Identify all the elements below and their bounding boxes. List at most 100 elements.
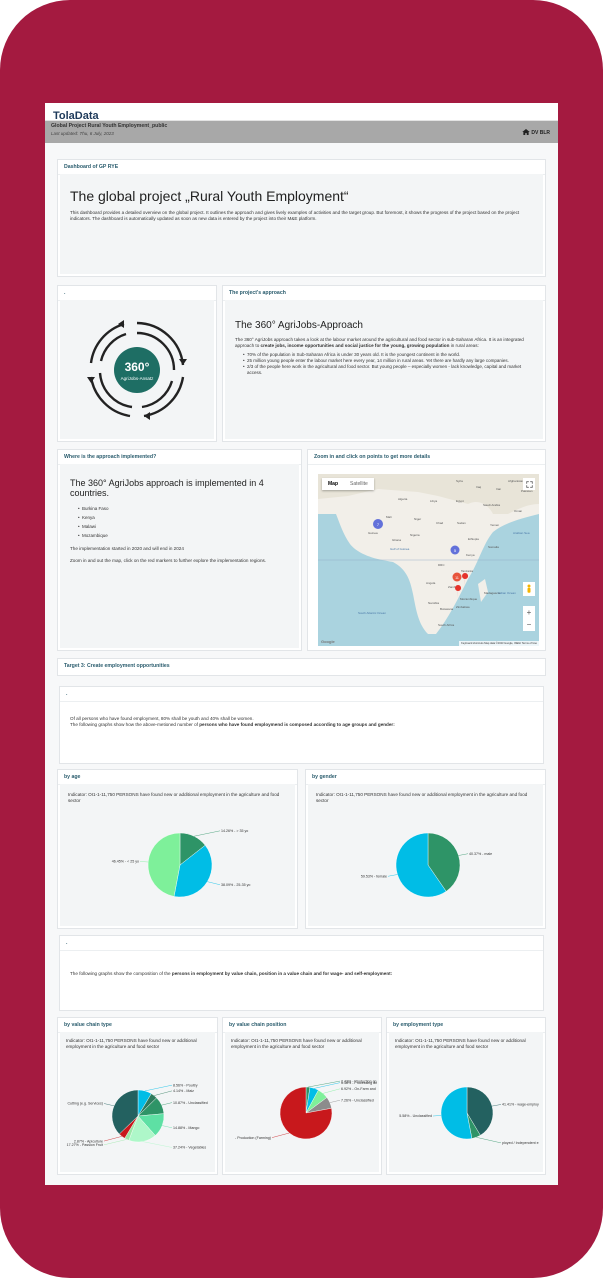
chart-card-age: by age Indicator: OI1-1-11,750 PERSONS h… <box>57 769 298 929</box>
pie-label: 37.24% - Vegetables <box>173 1145 206 1149</box>
svg-text:Yemen: Yemen <box>490 523 500 527</box>
svg-text:Somalia: Somalia <box>488 545 499 549</box>
svg-text:Namibia: Namibia <box>428 601 439 605</box>
tab-satellite[interactable]: Satellite <box>344 478 374 490</box>
where-card: Where is the approach implemented? The 3… <box>57 449 302 651</box>
svg-text:Gulf of Guinea: Gulf of Guinea <box>390 547 410 551</box>
pie-label: ployed / Independent e <box>502 1141 539 1145</box>
pie-label: 38.09% - 25-35 yo <box>221 883 250 887</box>
project-title: Global Project Rural Youth Employment_pu… <box>51 123 168 129</box>
pie-leader-line <box>161 1102 173 1106</box>
pie-leader-line <box>103 1135 122 1142</box>
svg-text:Mozambique: Mozambique <box>460 597 478 601</box>
dashboard-card: Dashboard of GP RYE The global project „… <box>57 159 546 277</box>
user-menu[interactable]: DV BLR <box>522 129 550 136</box>
pie-label: 2.87% - Apiculture <box>74 1139 103 1143</box>
svg-text:Algeria: Algeria <box>398 497 408 501</box>
indicator-text: Indicator: OI1-1-11,750 PERSONS have fou… <box>231 1038 362 1050</box>
card-title: The project's approach <box>223 286 545 301</box>
card-title: by value chain type <box>58 1018 217 1033</box>
indicator-text: Indicator: OI1-1-11,750 PERSONS have fou… <box>66 1038 197 1050</box>
pie-label: - Production (Farming) <box>235 1136 271 1140</box>
map-type-control: Map Satellite <box>322 478 374 490</box>
zoom-control: + − <box>523 606 535 631</box>
tab-map[interactable]: Map <box>322 478 344 490</box>
card-title: Target 3: Create employment opportunitie… <box>58 659 545 673</box>
card-title: Where is the approach implemented? <box>58 450 301 465</box>
card-title: . <box>60 936 543 951</box>
title-bar: Global Project Rural Youth Employment_pu… <box>45 121 558 143</box>
pie-label: 5.48% - Processing an <box>341 1081 377 1085</box>
map-card: Zoom in and click on points to get more … <box>307 449 546 651</box>
pie-chart-gender: 40.37% - male 59.53% - female <box>361 832 492 898</box>
svg-text:Afghanistan: Afghanistan <box>508 479 524 483</box>
approach-heading: The 360° AgriJobs-Approach <box>235 320 363 331</box>
fullscreen-icon <box>525 480 533 488</box>
pie-chart-emp-type: 41.41% - wage-employ ployed / Independent… <box>399 1086 539 1145</box>
pie-label: 7.26% - Unclassified <box>341 1098 374 1102</box>
user-label: DV BLR <box>531 130 550 136</box>
google-map[interactable]: Syria Iraq Iran Afghanistan Pakistan Alg… <box>318 474 539 646</box>
pie-label: 5.58% - Unclassified <box>399 1114 432 1118</box>
svg-text:Syria: Syria <box>456 479 463 483</box>
last-updated: Last updated: Thu, 6 July, 2023 <box>51 131 114 136</box>
pie-leader-line <box>387 874 398 877</box>
map-attribution[interactable]: Keyboard shortcuts Map data ©2023 Google… <box>459 641 539 646</box>
svg-text:Sudan: Sudan <box>457 521 466 525</box>
pie-label: 14.88% - Mango <box>173 1126 199 1130</box>
svg-text:Nigeria: Nigeria <box>410 533 420 537</box>
target-text-card: . Of all persons who have found employme… <box>59 686 544 764</box>
svg-text:Arabian Sea: Arabian Sea <box>513 531 530 535</box>
chart-card-gender: by gender Indicator: OI1-1-11,750 PERSON… <box>305 769 546 929</box>
zoom-in-button[interactable]: + <box>527 608 532 617</box>
pie-leader-line <box>207 881 221 885</box>
page-title: The global project „Rural Youth Employme… <box>70 188 349 204</box>
svg-text:Oman: Oman <box>514 509 523 513</box>
indicator-text: Indicator: OI1-1-11,750 PERSONS have fou… <box>68 792 280 804</box>
logo-card: . 360° AgriJobs-Ansatz <box>57 285 217 442</box>
pie-leader-line <box>142 1141 173 1148</box>
chart-card-emp-type: by employment type Indicator: OI1-1-11,7… <box>386 1017 546 1175</box>
svg-text:Botswana: Botswana <box>440 607 454 611</box>
pie-label: 10.87% - Unclassified <box>173 1101 208 1105</box>
intro-text: This dashboard provides a detailed overv… <box>70 210 520 222</box>
card-title: . <box>58 286 216 301</box>
card-title: Dashboard of GP RYE <box>58 160 545 175</box>
pie-slice[interactable] <box>147 832 181 897</box>
pie-chart-age: 14.26% - > 35 yo 38.09% - 25-35 yo 46.45% … <box>112 829 250 897</box>
svg-text:Saudi Arabia: Saudi Arabia <box>483 503 500 507</box>
where-heading: The 360° AgriJobs approach is implemente… <box>70 478 264 498</box>
svg-text:DRC: DRC <box>438 563 445 567</box>
pie-leader-line <box>139 861 149 863</box>
home-icon <box>522 129 530 135</box>
card-title: by employment type <box>387 1018 545 1033</box>
list-item: Burkina Faso <box>78 504 289 513</box>
indicator-text: Indicator: OI1-1-11,750 PERSONS have fou… <box>316 792 528 804</box>
street-view-button[interactable] <box>523 582 535 596</box>
list-item: Kenya <box>78 513 289 522</box>
svg-text:Ethiopia: Ethiopia <box>468 537 479 541</box>
country-list: Burkina Faso Kenya Malawi Mozambique <box>78 504 289 540</box>
approach-text: The 360° AgriJobs approach takes a look … <box>235 337 524 349</box>
list-item: 2/3 of the people here work in the agric… <box>243 364 533 376</box>
list-item: Malawi <box>78 522 289 531</box>
svg-text:Libya: Libya <box>430 499 438 503</box>
svg-text:Egypt: Egypt <box>456 499 464 503</box>
target-card: Target 3: Create employment opportunitie… <box>57 658 546 676</box>
pie-label: 4.14% - Maiz <box>173 1089 194 1093</box>
composition-text-card: . The following graphs show the composit… <box>59 935 544 1011</box>
pie-label: 14.26% - > 35 yo <box>221 829 248 833</box>
card-title: . <box>60 687 543 702</box>
pie-leader-line <box>193 830 221 837</box>
svg-text:Tanzania: Tanzania <box>461 569 473 573</box>
svg-text:Kenya: Kenya <box>466 553 475 557</box>
card-title: Zoom in and click on points to get more … <box>308 450 545 465</box>
fullscreen-button[interactable] <box>523 478 535 490</box>
map-drawing: Syria Iraq Iran Afghanistan Pakistan Alg… <box>318 474 539 634</box>
logo-sub: AgriJobs-Ansatz <box>121 376 155 381</box>
target-line-2: The following graphs show how the above-… <box>70 722 395 728</box>
pie-leader-line <box>103 1103 115 1106</box>
pie-leader-line <box>329 1099 341 1103</box>
pie-label: 41.41% - wage-employ <box>502 1102 539 1106</box>
zoom-out-button[interactable]: − <box>527 620 532 629</box>
